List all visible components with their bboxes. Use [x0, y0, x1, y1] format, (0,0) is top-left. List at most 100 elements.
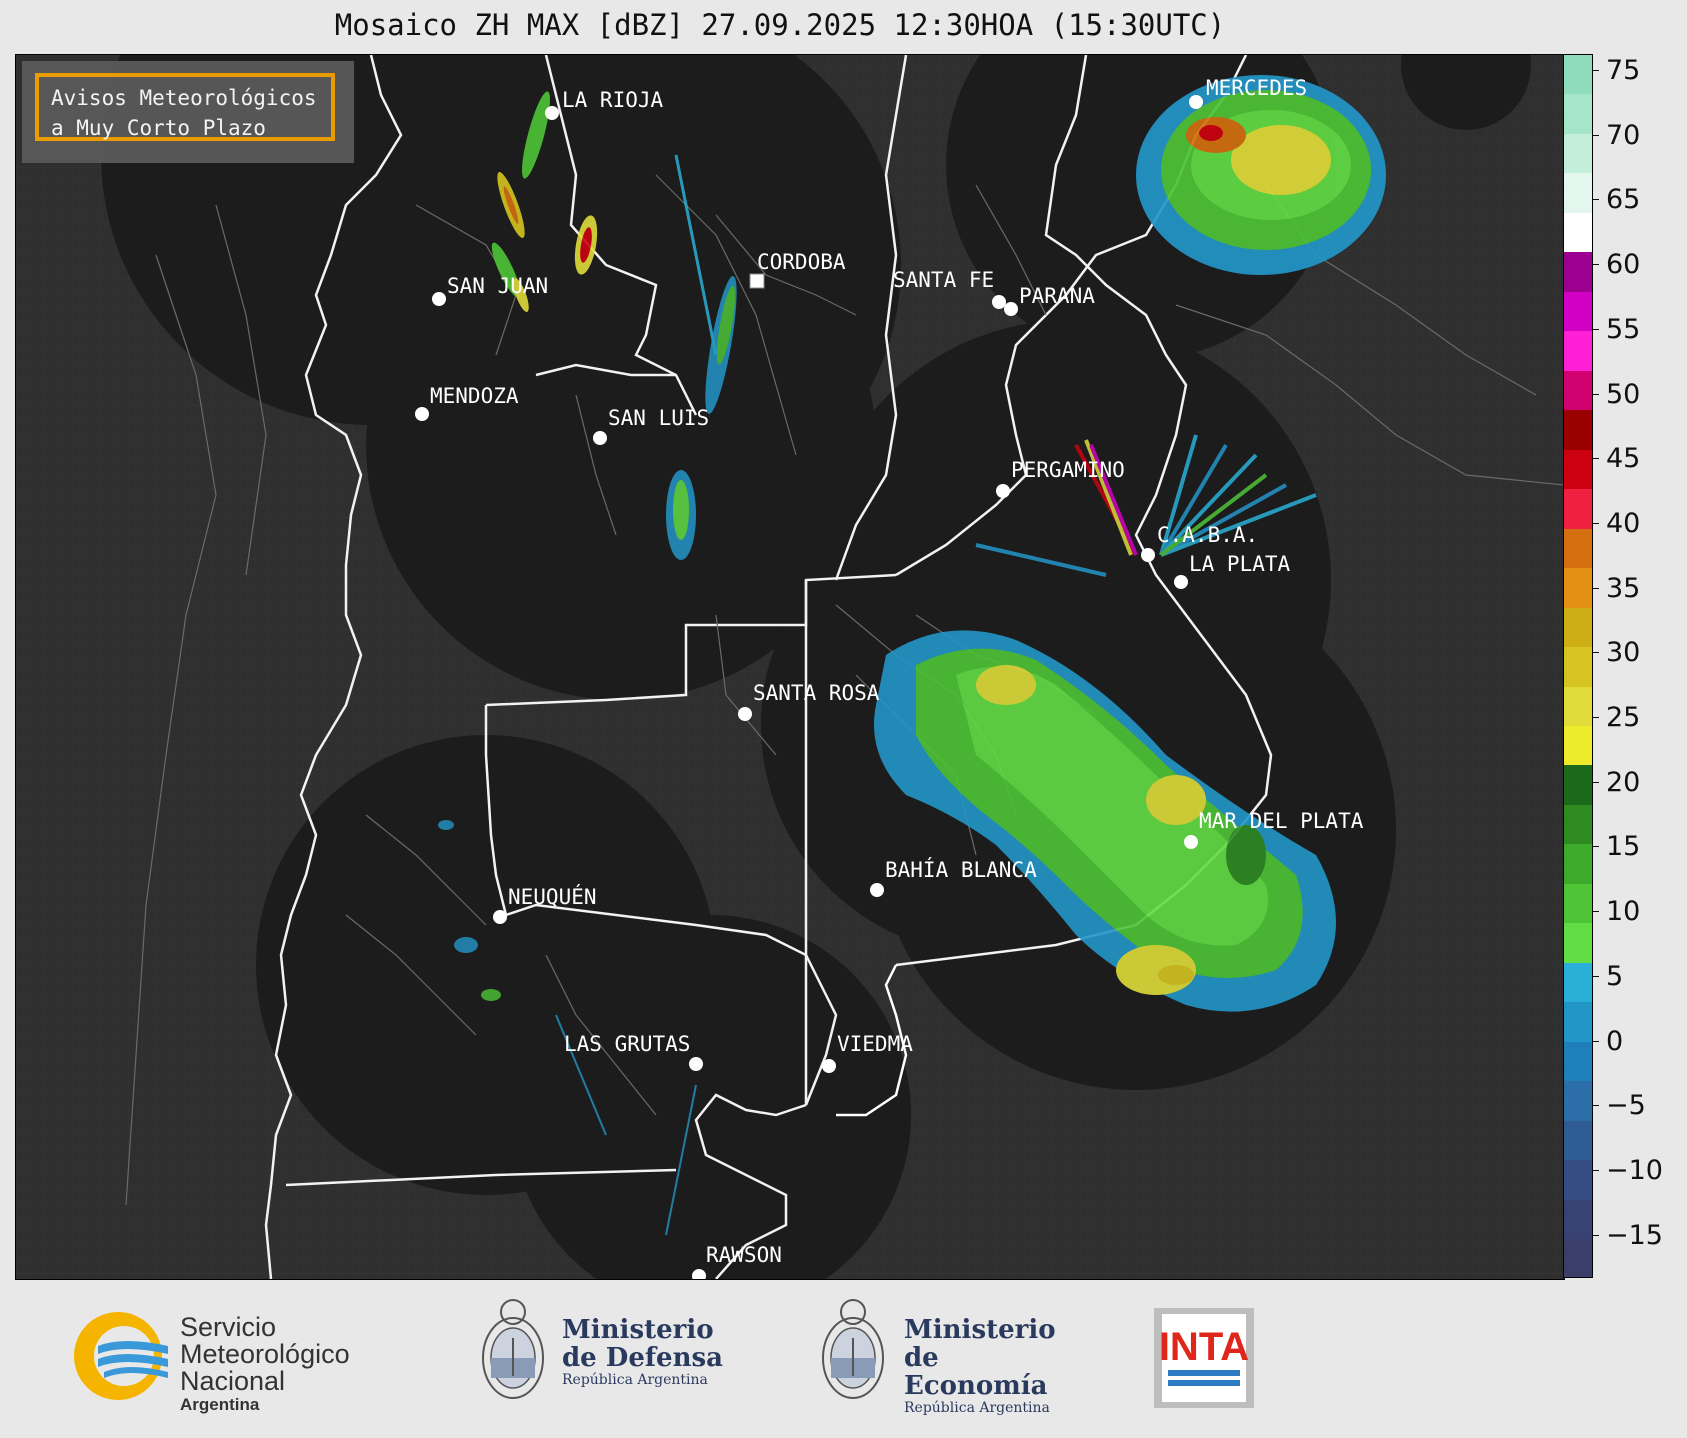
colorbar-tick-label: 45 [1591, 445, 1640, 472]
city-marker[interactable] [593, 431, 607, 445]
colorbar-tick-label: 0 [1591, 1028, 1623, 1055]
city-marker[interactable] [822, 1059, 836, 1073]
colorbar-segment [1564, 1081, 1592, 1121]
colorbar-segment [1564, 291, 1592, 332]
colorbar-segment [1564, 883, 1592, 924]
city-label-rawson: RAWSON [706, 1243, 782, 1267]
city-marker[interactable] [432, 292, 446, 306]
city-marker[interactable] [1189, 95, 1203, 109]
city-label-la-plata: LA PLATA [1189, 552, 1291, 576]
colorbar-segment [1564, 55, 1592, 95]
city-label-san-luis: SAN LUIS [608, 406, 709, 430]
colorbar-segment [1564, 765, 1592, 805]
colorbar-segment [1564, 370, 1592, 411]
city-marker[interactable] [545, 106, 559, 120]
city-label-pergamino: PERGAMINO [1011, 458, 1125, 482]
city-label-las-grutas: LAS GRUTAS [564, 1032, 690, 1056]
radar-map[interactable]: LA RIOJA SAN JUAN CORDOBA SANTA FE PARAN… [15, 54, 1565, 1280]
defensa-logo: Ministerio de Defensa República Argentin… [478, 1296, 738, 1416]
city-marker[interactable] [1184, 835, 1198, 849]
colorbar-segment [1564, 449, 1592, 490]
colorbar-segment [1564, 1120, 1592, 1161]
colorbar-tick-label: −15 [1592, 1222, 1663, 1249]
economia-logo: Ministerio de Economía República Argenti… [818, 1296, 1078, 1416]
colorbar-segment [1564, 1160, 1592, 1200]
defensa-line1: Ministerio [562, 1315, 714, 1345]
city-marker[interactable] [1004, 302, 1018, 316]
colorbar-segment [1564, 133, 1592, 174]
colorbar-segment [1564, 1239, 1592, 1277]
colorbar-segment [1564, 962, 1592, 1003]
defensa-sub: República Argentina [562, 1372, 708, 1388]
warning-badge-line2: a Muy Corto Plazo [51, 116, 266, 140]
colorbar-segment [1564, 212, 1592, 253]
city-label-neuquen: NEUQUÉN [508, 884, 597, 909]
colorbar-segment [1564, 1041, 1592, 1082]
city-label-la-rioja: LA RIOJA [562, 88, 664, 112]
colorbar-segment [1564, 1199, 1592, 1240]
city-marker[interactable] [992, 295, 1006, 309]
smn-sub: Argentina [180, 1395, 260, 1414]
city-marker[interactable] [749, 273, 765, 289]
colorbar [1563, 54, 1593, 1278]
city-marker[interactable] [689, 1057, 703, 1071]
colorbar-segment [1564, 647, 1592, 687]
colorbar-segment [1564, 607, 1592, 648]
city-marker[interactable] [493, 910, 507, 924]
colorbar-tick-label: 25 [1591, 704, 1640, 731]
colorbar-tick-label: 30 [1591, 639, 1640, 666]
city-label-mendoza: MENDOZA [430, 384, 519, 408]
city-marker[interactable] [1174, 575, 1188, 589]
city-label-parana: PARANA [1019, 284, 1095, 308]
colorbar-tick-label: 40 [1591, 510, 1640, 537]
colorbar-segment [1564, 686, 1592, 726]
city-marker[interactable] [870, 883, 884, 897]
colorbar-tick-label: 65 [1591, 186, 1640, 213]
colorbar-tick-label: 60 [1591, 251, 1640, 278]
colorbar-tick-label: −5 [1592, 1092, 1646, 1119]
colorbar-tick-label: 35 [1591, 575, 1640, 602]
colorbar-segment [1564, 94, 1592, 134]
smn-emblem-icon [74, 1312, 168, 1400]
city-marker[interactable] [738, 707, 752, 721]
smn-line1: Servicio [180, 1312, 277, 1342]
city-marker[interactable] [415, 407, 429, 421]
coat-of-arms-icon [822, 1299, 884, 1399]
warning-badge-line1: Avisos Meteorológicos [51, 86, 317, 110]
city-label-caba: C.A.B.A. [1157, 523, 1258, 547]
colorbar-segment [1564, 331, 1592, 371]
colorbar-tick-label: 75 [1591, 57, 1640, 84]
colorbar-tick-label: −10 [1592, 1157, 1663, 1184]
city-marker[interactable] [1141, 548, 1155, 562]
colorbar-segment [1564, 528, 1592, 569]
colorbar-tick-label: 20 [1591, 769, 1640, 796]
defensa-line2: de Defensa [562, 1343, 723, 1373]
colorbar-tick-label: 5 [1591, 963, 1623, 990]
coat-of-arms-icon [482, 1299, 544, 1399]
city-label-mar-del-plata: MAR DEL PLATA [1199, 809, 1364, 833]
colorbar-segment [1564, 252, 1592, 292]
colorbar-tick-label: 15 [1591, 833, 1640, 860]
footer-logos: Servicio Meteorológico Nacional Argentin… [0, 1280, 1687, 1438]
colorbar-segment [1564, 804, 1592, 845]
smn-line2: Meteorológico [180, 1339, 350, 1369]
city-label-cordoba: CORDOBA [757, 250, 846, 274]
smn-logo: Servicio Meteorológico Nacional Argentin… [68, 1306, 388, 1414]
colorbar-tick-label: 10 [1591, 898, 1640, 925]
map-title: Mosaico ZH MAX [dBZ] 27.09.2025 12:30HOA… [334, 8, 1226, 42]
warning-badge: Avisos Meteorológicos a Muy Corto Plazo [22, 61, 354, 163]
economia-sub: República Argentina [904, 1400, 1050, 1416]
colorbar-segment [1564, 568, 1592, 608]
colorbar-segment [1564, 844, 1592, 884]
economia-line1: Ministerio [904, 1315, 1056, 1345]
city-label-san-juan: SAN JUAN [447, 274, 548, 298]
colorbar-segment [1564, 725, 1592, 766]
city-label-mercedes: MERCEDES [1206, 76, 1307, 100]
inta-logo: INTA [1154, 1308, 1254, 1408]
city-marker[interactable] [996, 484, 1010, 498]
colorbar-tick-label: 50 [1591, 381, 1640, 408]
smn-line3: Nacional [180, 1366, 286, 1396]
colorbar-segment [1564, 489, 1592, 529]
colorbar-segment [1564, 923, 1592, 963]
colorbar-segment [1564, 1002, 1592, 1042]
